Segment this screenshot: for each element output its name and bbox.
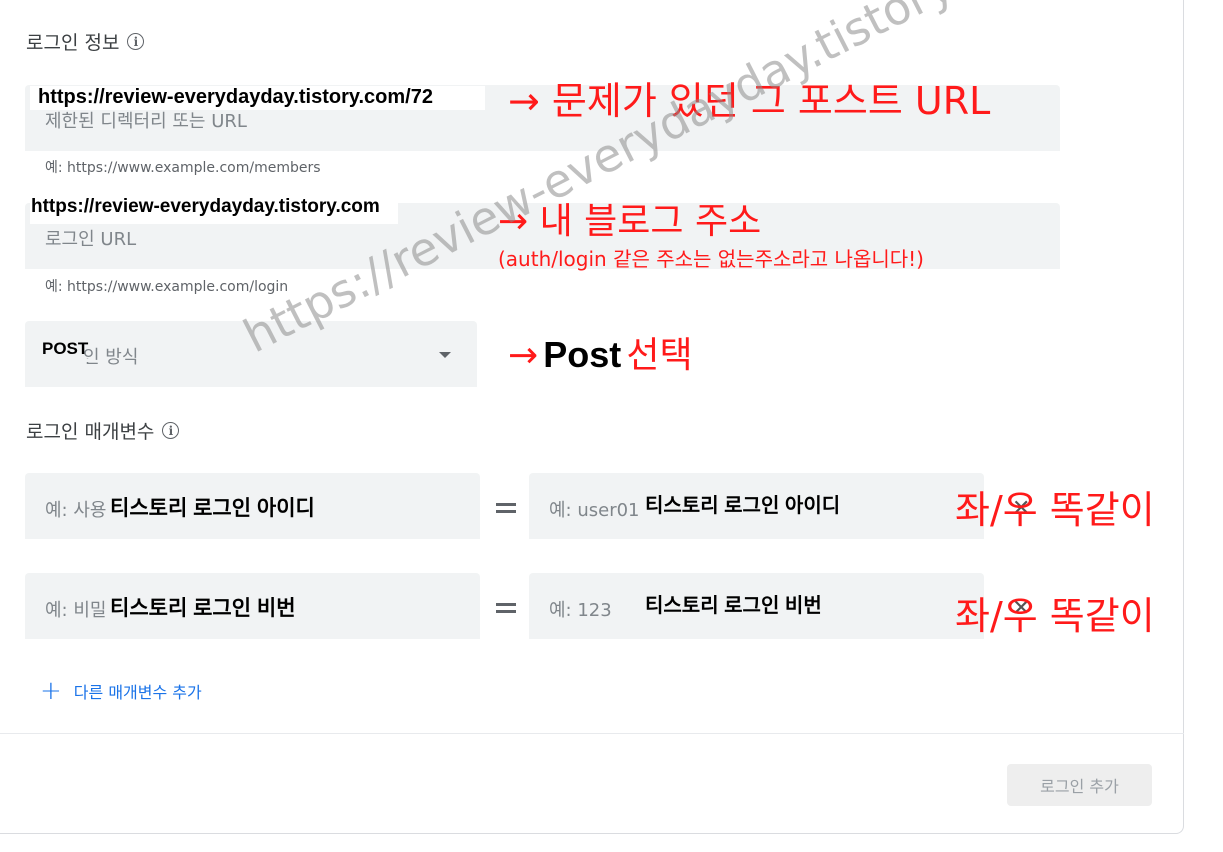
login-settings-card: 로그인 정보 i 제한된 디렉터리 또는 URL https://review-… (0, 0, 1184, 834)
restricted-dir-overlay-value: https://review-everydayday.tistory.com/7… (38, 86, 433, 108)
plus-icon: + (40, 676, 62, 706)
watermark: https://review-everydayday.tistory.com (235, 0, 1057, 364)
equals-icon (496, 603, 516, 613)
annotation-arrow: → (508, 335, 539, 376)
add-param-label: 다른 매개변수 추가 (73, 683, 202, 702)
annotation-red-text: 선택 (626, 335, 693, 376)
login-info-title: 로그인 정보 i (26, 28, 145, 55)
login-url-annotation: → 내 블로그 주소 (498, 201, 762, 242)
param-name-placeholder: 예: 비밀 (45, 600, 107, 621)
restricted-dir-placeholder: 제한된 디렉터리 또는 URL (45, 111, 247, 132)
login-params-title-text: 로그인 매개변수 (26, 421, 155, 443)
add-param-button[interactable]: + 다른 매개변수 추가 (40, 678, 202, 704)
param-row-annotation: 좌/우 똑같이 (955, 594, 1155, 638)
login-info-title-text: 로그인 정보 (26, 32, 120, 54)
login-url-helper: 예: https://www.example.com/login (45, 279, 289, 295)
chevron-down-icon[interactable] (439, 352, 451, 358)
login-params-title: 로그인 매개변수 i (26, 417, 180, 444)
annotation-bold-text: Post (543, 334, 622, 375)
param-value-placeholder: 예: user01 (549, 500, 640, 521)
info-icon[interactable]: i (127, 33, 145, 50)
param-value-placeholder: 예: 123 (549, 600, 612, 621)
restricted-dir-annotation: → 문제가 있던 그 포스트 URL (508, 79, 991, 123)
login-url-overlay-value: https://review-everydayday.tistory.com (31, 196, 380, 217)
param-value-overlay: 티스토리 로그인 비번 (645, 595, 822, 617)
param-row-annotation: 좌/우 똑같이 (955, 488, 1155, 532)
add-login-button[interactable]: 로그인 추가 (1007, 764, 1152, 806)
login-url-annotation-note: (auth/login 같은 주소는 없는주소라고 나옵니다!) (498, 247, 924, 271)
login-method-select[interactable]: 인 방식 (25, 321, 477, 387)
login-method-annotation: → Post 선택 (508, 326, 693, 378)
equals-icon (496, 503, 516, 513)
info-icon[interactable]: i (162, 422, 180, 439)
param-name-placeholder: 예: 사용 (45, 500, 107, 521)
login-method-placeholder: 인 방식 (83, 347, 139, 368)
footer-divider (0, 733, 1184, 734)
login-url-placeholder: 로그인 URL (45, 229, 137, 250)
overlay-underline (42, 359, 90, 362)
param-name-overlay: 티스토리 로그인 아이디 (110, 497, 315, 520)
param-value-overlay: 티스토리 로그인 아이디 (645, 495, 841, 517)
restricted-dir-helper: 예: https://www.example.com/members (45, 160, 321, 176)
login-method-overlay-value: POST (42, 339, 89, 358)
param-name-overlay: 티스토리 로그인 비번 (110, 597, 296, 620)
